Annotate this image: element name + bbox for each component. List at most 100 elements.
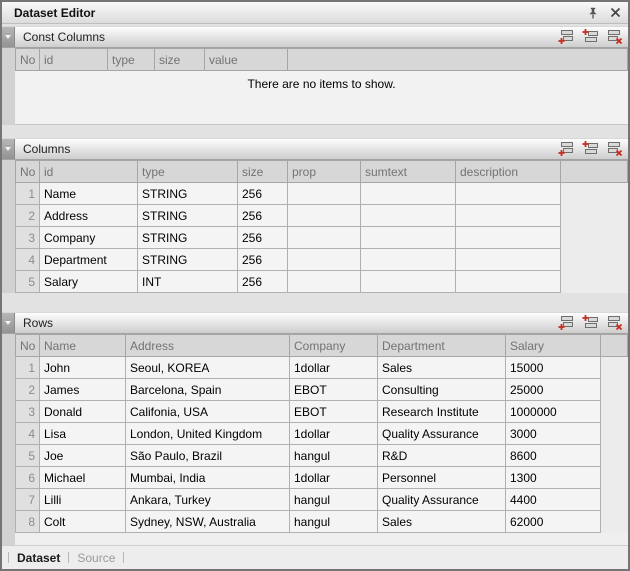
collapse-button[interactable] bbox=[2, 139, 15, 159]
cell[interactable]: James bbox=[40, 379, 126, 401]
cell[interactable]: STRING bbox=[138, 249, 238, 271]
row-number-cell[interactable]: 3 bbox=[16, 227, 40, 249]
cell[interactable]: London, United Kingdom bbox=[126, 423, 290, 445]
cell[interactable]: Salary bbox=[40, 271, 138, 293]
insert-row-icon[interactable] bbox=[582, 141, 599, 157]
cell[interactable]: John bbox=[40, 357, 126, 379]
column-header-type[interactable]: type bbox=[108, 49, 155, 71]
cell[interactable]: Name bbox=[40, 183, 138, 205]
cell[interactable]: Seoul, KOREA bbox=[126, 357, 290, 379]
cell[interactable]: hangul bbox=[290, 445, 378, 467]
row-number-cell[interactable]: 1 bbox=[16, 357, 40, 379]
row-number-cell[interactable]: 1 bbox=[16, 183, 40, 205]
cell[interactable]: Barcelona, Spain bbox=[126, 379, 290, 401]
cell[interactable] bbox=[288, 249, 361, 271]
cell[interactable]: 1000000 bbox=[506, 401, 601, 423]
cell[interactable]: Joe bbox=[40, 445, 126, 467]
table-row[interactable]: 2AddressSTRING256 bbox=[16, 205, 628, 227]
delete-row-icon[interactable] bbox=[606, 315, 623, 331]
collapse-button[interactable] bbox=[2, 27, 15, 47]
column-header-address[interactable]: Address bbox=[126, 335, 290, 357]
cell[interactable]: Mumbai, India bbox=[126, 467, 290, 489]
cell[interactable]: Califonia, USA bbox=[126, 401, 290, 423]
cell[interactable]: 256 bbox=[238, 249, 288, 271]
column-header-no[interactable]: No bbox=[16, 161, 40, 183]
column-header-name[interactable]: Name bbox=[40, 335, 126, 357]
cell[interactable] bbox=[288, 183, 361, 205]
cell[interactable]: Colt bbox=[40, 511, 126, 533]
table-row[interactable]: 2JamesBarcelona, SpainEBOTConsulting2500… bbox=[16, 379, 628, 401]
cell[interactable]: hangul bbox=[290, 511, 378, 533]
cell[interactable]: Research Institute bbox=[378, 401, 506, 423]
row-number-cell[interactable]: 6 bbox=[16, 467, 40, 489]
row-number-cell[interactable]: 3 bbox=[16, 401, 40, 423]
cell[interactable] bbox=[288, 205, 361, 227]
cell[interactable]: 1300 bbox=[506, 467, 601, 489]
column-header-no[interactable]: No bbox=[16, 49, 40, 71]
cell[interactable]: 256 bbox=[238, 205, 288, 227]
cell[interactable]: 25000 bbox=[506, 379, 601, 401]
cell[interactable] bbox=[361, 227, 456, 249]
cell[interactable]: 256 bbox=[238, 271, 288, 293]
row-number-cell[interactable]: 7 bbox=[16, 489, 40, 511]
cell[interactable] bbox=[361, 249, 456, 271]
cell[interactable]: hangul bbox=[290, 489, 378, 511]
cell[interactable]: Consulting bbox=[378, 379, 506, 401]
column-header-value[interactable]: value bbox=[205, 49, 288, 71]
delete-row-icon[interactable] bbox=[606, 141, 623, 157]
table-row[interactable]: 5SalaryINT256 bbox=[16, 271, 628, 293]
column-header-size[interactable]: size bbox=[155, 49, 205, 71]
cell[interactable]: Sales bbox=[378, 511, 506, 533]
cell[interactable]: 1dollar bbox=[290, 357, 378, 379]
collapse-button[interactable] bbox=[2, 313, 15, 333]
add-row-icon[interactable] bbox=[558, 141, 575, 157]
cell[interactable]: Ankara, Turkey bbox=[126, 489, 290, 511]
column-header-size[interactable]: size bbox=[238, 161, 288, 183]
cell[interactable]: Quality Assurance bbox=[378, 423, 506, 445]
table-row[interactable]: 4LisaLondon, United Kingdom1dollarQualit… bbox=[16, 423, 628, 445]
cell[interactable]: Personnel bbox=[378, 467, 506, 489]
cell[interactable]: Sydney, NSW, Australia bbox=[126, 511, 290, 533]
cell[interactable]: Lisa bbox=[40, 423, 126, 445]
cell[interactable]: STRING bbox=[138, 183, 238, 205]
cell[interactable]: 1dollar bbox=[290, 467, 378, 489]
cell[interactable]: Department bbox=[40, 249, 138, 271]
cell[interactable]: 256 bbox=[238, 183, 288, 205]
cell[interactable]: 3000 bbox=[506, 423, 601, 445]
cell[interactable]: STRING bbox=[138, 205, 238, 227]
cell[interactable]: Address bbox=[40, 205, 138, 227]
cell[interactable]: Company bbox=[40, 227, 138, 249]
cell[interactable]: 15000 bbox=[506, 357, 601, 379]
table-row[interactable]: 4DepartmentSTRING256 bbox=[16, 249, 628, 271]
cell[interactable]: Sales bbox=[378, 357, 506, 379]
column-header-prop[interactable]: prop bbox=[288, 161, 361, 183]
add-row-icon[interactable] bbox=[558, 29, 575, 45]
cell[interactable] bbox=[288, 271, 361, 293]
cell[interactable]: R&D bbox=[378, 445, 506, 467]
cell[interactable] bbox=[361, 271, 456, 293]
column-header-company[interactable]: Company bbox=[290, 335, 378, 357]
column-header-sumtext[interactable]: sumtext bbox=[361, 161, 456, 183]
cell[interactable]: Lilli bbox=[40, 489, 126, 511]
column-header-type[interactable]: type bbox=[138, 161, 238, 183]
table-row[interactable]: 7LilliAnkara, TurkeyhangulQuality Assura… bbox=[16, 489, 628, 511]
column-header-id[interactable]: id bbox=[40, 49, 108, 71]
cell[interactable]: 1dollar bbox=[290, 423, 378, 445]
cell[interactable]: EBOT bbox=[290, 379, 378, 401]
cell[interactable]: STRING bbox=[138, 227, 238, 249]
table-row[interactable]: 6MichaelMumbai, India1dollarPersonnel130… bbox=[16, 467, 628, 489]
close-icon[interactable] bbox=[608, 6, 622, 20]
cell[interactable]: São Paulo, Brazil bbox=[126, 445, 290, 467]
cell[interactable] bbox=[456, 249, 561, 271]
table-row[interactable]: 1JohnSeoul, KOREA1dollarSales15000 bbox=[16, 357, 628, 379]
cell[interactable]: Donald bbox=[40, 401, 126, 423]
cell[interactable]: EBOT bbox=[290, 401, 378, 423]
cell[interactable] bbox=[288, 227, 361, 249]
row-number-cell[interactable]: 2 bbox=[16, 205, 40, 227]
cell[interactable]: 4400 bbox=[506, 489, 601, 511]
column-header-department[interactable]: Department bbox=[378, 335, 506, 357]
row-number-cell[interactable]: 5 bbox=[16, 271, 40, 293]
row-number-cell[interactable]: 4 bbox=[16, 423, 40, 445]
cell[interactable]: Michael bbox=[40, 467, 126, 489]
insert-row-icon[interactable] bbox=[582, 315, 599, 331]
